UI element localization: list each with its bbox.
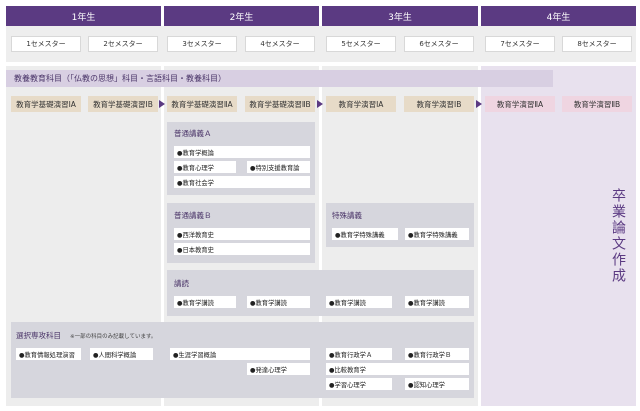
course-chip: ●西洋教育史 xyxy=(174,228,310,240)
course-chip: ●教育行政学Ａ xyxy=(326,348,392,360)
course-chip: ●教育心理学 xyxy=(174,161,236,173)
arrow-right-icon xyxy=(476,100,482,108)
special-lecture-title: 特殊講義 xyxy=(332,211,362,220)
general-lecture-b-title: 普通講義Ｂ xyxy=(174,211,212,220)
seminar-basic-2b: 教育学基礎演習ⅡB xyxy=(245,96,315,112)
seminar-basic-1b: 教育学基礎演習ⅠB xyxy=(88,96,158,112)
course-chip: ●教育社会学 xyxy=(174,176,310,188)
year-header-2: 2年生 xyxy=(164,6,319,26)
seminar-basic-1a: 教育学基礎演習ⅠA xyxy=(11,96,81,112)
course-chip: ●教育学講読 xyxy=(247,296,310,308)
year-header-3: 3年生 xyxy=(322,6,478,26)
arrow-right-icon xyxy=(159,100,165,108)
semester-2: 2セメスター xyxy=(88,36,158,52)
course-chip: ●教育学講読 xyxy=(174,296,236,308)
course-chip: ●教育情報処理演習 xyxy=(16,348,81,360)
semester-6: 6セメスター xyxy=(404,36,474,52)
course-chip: ●発達心理学 xyxy=(247,363,310,375)
arrow-right-icon xyxy=(317,100,323,108)
course-chip: ●生涯学習概論 xyxy=(170,348,310,360)
course-chip: ●人間科学概論 xyxy=(90,348,153,360)
semester-5: 5セメスター xyxy=(326,36,396,52)
course-chip: ●教育学概論 xyxy=(174,146,310,158)
semester-4: 4セメスター xyxy=(245,36,315,52)
course-chip: ●比較教育学 xyxy=(326,363,469,375)
electives-title: 選択専攻科目 xyxy=(16,331,61,340)
seminar-basic-2a: 教育学基礎演習ⅡA xyxy=(167,96,237,112)
seminar-1b: 教育学演習ⅠB xyxy=(404,96,474,112)
general-lecture-a-title: 普通講義Ａ xyxy=(174,129,212,138)
course-chip: ●学習心理学 xyxy=(326,378,392,390)
seminar-2a: 教育学演習ⅡA xyxy=(485,96,555,112)
course-chip: ●日本教育史 xyxy=(174,243,310,255)
reading-group xyxy=(167,270,474,316)
course-chip: ●認知心理学 xyxy=(405,378,469,390)
seminar-2b: 教育学演習ⅡB xyxy=(562,96,632,112)
course-chip: ●教育学特殊講義 xyxy=(332,228,398,240)
course-chip: ●教育行政学Ｂ xyxy=(405,348,469,360)
year-header-4: 4年生 xyxy=(481,6,636,26)
semester-7: 7セメスター xyxy=(485,36,555,52)
course-chip: ●教育学特殊講義 xyxy=(405,228,469,240)
course-chip: ●特別支援教育論 xyxy=(247,161,310,173)
reading-title: 講読 xyxy=(174,279,189,288)
semester-8: 8セメスター xyxy=(562,36,632,52)
electives-note: ※一部の科目のみ記載しています。 xyxy=(70,334,157,340)
course-chip: ●教育学講読 xyxy=(326,296,392,308)
semester-3: 3セメスター xyxy=(167,36,237,52)
graduation-thesis-label: 卒業論文作成 xyxy=(610,188,626,284)
course-chip: ●教育学講読 xyxy=(405,296,469,308)
semester-1: 1セメスター xyxy=(11,36,81,52)
liberal-arts-bar: 教養教育科目（「仏教の思想」科目・言語科目・教養科目） xyxy=(6,70,553,87)
seminar-1a: 教育学演習ⅠA xyxy=(326,96,396,112)
year-header-1: 1年生 xyxy=(6,6,161,26)
